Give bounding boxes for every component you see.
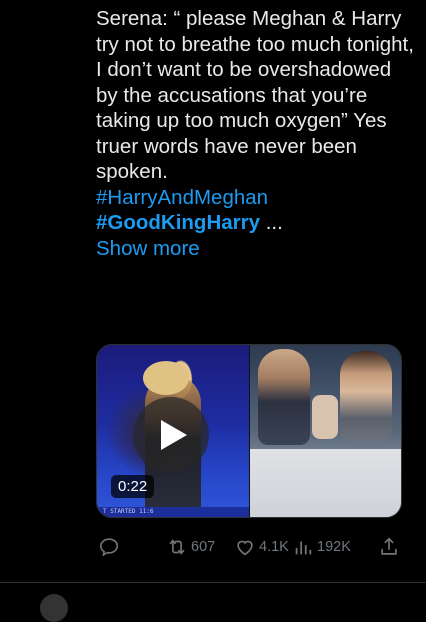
play-icon <box>161 420 187 450</box>
broadcast-overlay-text: T STARTED 11:6 <box>97 507 249 517</box>
play-button[interactable] <box>133 397 209 473</box>
show-more-link[interactable]: Show more <box>96 236 200 262</box>
views-count: 192K <box>317 539 351 555</box>
heart-icon <box>237 540 253 556</box>
hashtag-good-king-harry[interactable]: #GoodKingHarry <box>96 211 260 234</box>
reply-icon <box>99 538 119 557</box>
retweet-button[interactable]: 607 <box>166 536 215 558</box>
photo-man-figure <box>258 349 310 445</box>
photo-clapping-hands <box>312 395 338 439</box>
retweet-count: 607 <box>191 539 216 555</box>
like-count: 4.1K <box>259 539 289 555</box>
photo-woman-figure <box>340 351 392 441</box>
truncation-ellipsis: ... <box>265 211 283 234</box>
tweet-divider <box>0 582 426 583</box>
views-button[interactable]: 192K <box>292 536 351 558</box>
tweet-media[interactable]: 0:22 T STARTED 11:6 <box>96 344 402 518</box>
video-thumbnail[interactable]: 0:22 T STARTED 11:6 <box>97 345 249 517</box>
tweet-text: Serena: “ please Meghan & Harry try not … <box>96 6 414 261</box>
hashtag-harry-and-meghan[interactable]: #HarryAndMeghan <box>96 186 268 209</box>
next-tweet-avatar[interactable] <box>40 594 68 622</box>
tweet-body: Serena: “ please Meghan & Harry try not … <box>96 7 414 183</box>
views-icon <box>295 541 312 555</box>
retweet-icon <box>169 539 185 555</box>
like-button[interactable]: 4.1K <box>234 536 289 558</box>
video-duration-badge: 0:22 <box>111 475 155 498</box>
share-icon <box>381 537 397 555</box>
share-button[interactable] <box>378 536 400 558</box>
performer-hair <box>143 361 189 395</box>
photo-thumbnail[interactable] <box>250 345 401 517</box>
photo-bright-foreground <box>250 449 401 517</box>
reply-button[interactable] <box>98 536 120 558</box>
tweet-action-bar: 607 4.1K 192K <box>96 534 406 560</box>
